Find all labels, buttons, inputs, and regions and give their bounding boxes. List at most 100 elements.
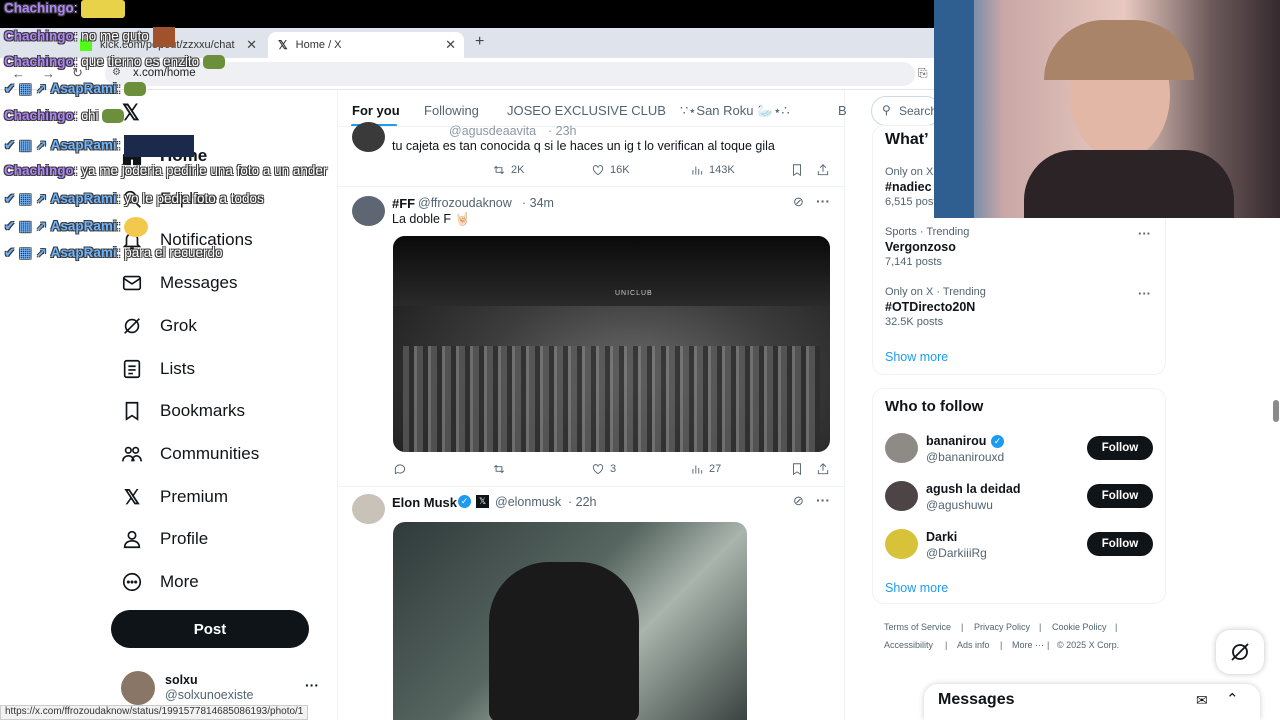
suggestion-name[interactable]: Darki (926, 530, 957, 544)
expand-drawer-icon[interactable]: ⌃ (1226, 690, 1239, 708)
tweet-photo[interactable]: UNICLUB (393, 236, 830, 452)
communities-icon (120, 442, 144, 466)
nav-messages[interactable]: Messages (120, 265, 237, 301)
footer-link[interactable]: Ads info (957, 640, 990, 650)
grok-explain-icon[interactable]: ⊘ (793, 493, 804, 509)
chat-emote-icon (102, 109, 125, 124)
follow-button[interactable]: Follow (1087, 436, 1153, 460)
footer-separator: | (961, 622, 964, 632)
status-bar-url: https://x.com/ffrozoudaknow/status/19915… (0, 705, 309, 720)
footer-link[interactable]: Privacy Policy (974, 622, 1030, 632)
footer-more-link[interactable]: More ··· (1012, 640, 1044, 650)
reply-icon (394, 464, 406, 475)
nav-premium[interactable]: 𝕏 Premium (120, 479, 228, 515)
views-button[interactable]: 143K (690, 163, 735, 177)
retweet-button[interactable] (492, 462, 511, 476)
views-button[interactable]: 27 (690, 462, 721, 476)
trend-more-icon[interactable]: ··· (1138, 226, 1151, 241)
tab-overflow[interactable]: B (838, 103, 847, 118)
chat-message: Chachingo: chi (4, 108, 125, 124)
trend-tag[interactable]: #nadiec (885, 180, 932, 194)
nav-bookmarks[interactable]: Bookmarks (120, 393, 245, 429)
page-scrollbar[interactable] (1273, 400, 1279, 422)
nav-lists[interactable]: Lists (120, 351, 195, 387)
nav-grok[interactable]: Grok (120, 308, 197, 344)
account-menu-icon[interactable]: ··· (305, 677, 319, 693)
tweet-handle[interactable]: @ffrozoudaknow (418, 196, 512, 210)
tab-for-you[interactable]: For you (352, 103, 400, 118)
suggestion-handle: @bananirouxd (926, 450, 1005, 464)
tweet-author-name[interactable]: Elon Musk (392, 495, 457, 510)
share-button[interactable] (816, 163, 835, 177)
chat-message: ✔ ▦ ↗ AsapRami: para el recuerdo (4, 245, 223, 260)
tweet-photo[interactable] (393, 522, 747, 720)
suggestion-avatar[interactable] (885, 481, 918, 511)
trending-show-more-link[interactable]: Show more (885, 350, 948, 364)
nav-label: Communities (160, 444, 260, 463)
tweet-more-icon[interactable]: ··· (816, 492, 830, 508)
trend-tag[interactable]: #OTDirecto20N (885, 300, 975, 314)
suggestion-name[interactable]: agush la deidad (926, 482, 1020, 496)
like-button[interactable]: 16K (591, 163, 630, 177)
tweet-handle[interactable]: @agusdeaavita (449, 124, 536, 138)
footer-separator: | (1047, 640, 1050, 650)
account-name: solxu (165, 673, 198, 687)
tab-san-roku[interactable]: ∵⋆San Roku 🦢⋆∴ (680, 103, 790, 119)
footer-link[interactable]: Cookie Policy (1052, 622, 1107, 632)
account-handle: @solxunoexiste (165, 688, 254, 702)
webcam-curtain (934, 0, 974, 218)
views-icon (692, 166, 703, 175)
new-message-icon[interactable]: ✉ (1196, 692, 1208, 709)
tab-following[interactable]: Following (424, 103, 479, 118)
bookmark-button[interactable] (790, 163, 809, 177)
suggestion-name[interactable]: bananirou (926, 434, 986, 448)
footer-link[interactable]: Accessibility (884, 640, 933, 650)
grok-explain-icon[interactable]: ⊘ (793, 194, 804, 210)
chat-badge-icon: ✔ ▦ ↗ (4, 245, 47, 260)
footer-separator: | (1000, 640, 1003, 650)
follow-button[interactable]: Follow (1087, 484, 1153, 508)
new-tab-icon[interactable]: + (475, 33, 484, 51)
suggestion-avatar[interactable] (885, 433, 918, 463)
grok-floating-button[interactable] (1216, 630, 1264, 674)
url-field[interactable] (105, 62, 915, 86)
x-logo-icon[interactable]: 𝕏 (122, 100, 140, 126)
tweet-author-name[interactable]: #FF (392, 196, 415, 211)
suggestion-avatar[interactable] (885, 529, 918, 559)
post-button[interactable]: Post (111, 610, 309, 648)
bookmark-button[interactable] (790, 462, 809, 476)
trend-more-icon[interactable]: ··· (1138, 286, 1151, 301)
chat-emote-icon (124, 82, 147, 97)
nav-label: Lists (160, 359, 195, 378)
share-button[interactable] (816, 462, 835, 476)
tweet-avatar[interactable] (352, 494, 385, 524)
like-button[interactable]: 3 (591, 462, 616, 476)
tab-joseo-exclusive-club[interactable]: JOSEO EXCLUSIVE CLUB (507, 103, 666, 118)
close-tab-icon[interactable]: ✕ (445, 37, 456, 53)
x-favicon-icon: 𝕏 (278, 38, 288, 52)
install-app-icon[interactable]: ⎘ (918, 66, 928, 81)
heart-icon (592, 464, 604, 475)
account-avatar[interactable] (121, 671, 155, 705)
footer-link[interactable]: Terms of Service (884, 622, 951, 632)
nav-more[interactable]: More (120, 564, 199, 600)
follow-button[interactable]: Follow (1087, 532, 1153, 556)
tweet-avatar[interactable] (352, 122, 385, 152)
retweet-icon (494, 165, 504, 175)
chat-message: ✔ ▦ ↗ AsapRami: (4, 81, 147, 97)
close-tab-icon[interactable]: ✕ (246, 37, 257, 53)
reply-button[interactable] (393, 462, 412, 476)
browser-tab-x[interactable]: 𝕏 Home / X ✕ (268, 32, 464, 58)
tweet-avatar[interactable] (352, 196, 385, 226)
who-to-follow-show-more-link[interactable]: Show more (885, 581, 948, 595)
messages-drawer-title: Messages (938, 691, 1015, 708)
tweet-more-icon[interactable]: ··· (816, 193, 830, 209)
tweet-handle[interactable]: @elonmusk (495, 495, 561, 509)
retweet-button[interactable]: 2K (492, 163, 524, 177)
nav-communities[interactable]: Communities (120, 436, 259, 472)
nav-profile[interactable]: Profile (120, 521, 208, 557)
nav-label: Messages (160, 273, 238, 292)
trend-tag[interactable]: Vergonzoso (885, 240, 956, 254)
grok-icon (1231, 643, 1249, 661)
more-circle-icon (120, 570, 144, 594)
